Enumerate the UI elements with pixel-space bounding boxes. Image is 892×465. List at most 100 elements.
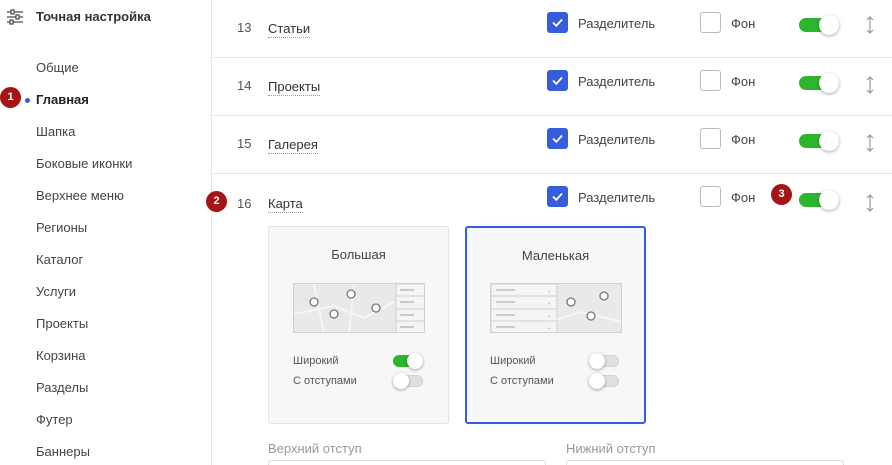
svg-text:⌄: ⌄ — [547, 288, 551, 294]
annotation-badge-3: 3 — [771, 184, 792, 205]
padding-toggle[interactable] — [589, 373, 619, 389]
drag-vertical-icon[interactable] — [865, 194, 875, 212]
sidebar-item-label: Главная — [36, 92, 89, 107]
row-number: 16 — [237, 196, 252, 211]
sidebar-item-regions[interactable]: Регионы — [0, 212, 211, 244]
background-label: Фон — [731, 132, 756, 147]
svg-text:⌄: ⌄ — [547, 325, 551, 331]
section-enabled-toggle[interactable] — [799, 190, 839, 210]
toggle-knob — [819, 73, 839, 93]
checkmark-icon — [552, 18, 563, 28]
divider-checkbox[interactable] — [547, 186, 568, 207]
top-padding-select[interactable] — [268, 460, 546, 465]
bottom-padding-select[interactable] — [566, 460, 844, 465]
sidebar-title: Точная настройка — [36, 9, 151, 24]
row-name-link[interactable]: Карта — [268, 196, 303, 213]
background-label: Фон — [731, 190, 756, 205]
map-option-title: Маленькая — [521, 248, 590, 263]
row-number: 14 — [237, 78, 252, 93]
row-number: 15 — [237, 136, 252, 151]
bottom-padding-label: Нижний отступ — [566, 441, 656, 456]
padding-toggle[interactable] — [393, 373, 423, 389]
divider-label: Разделитель — [578, 190, 656, 205]
row-name-link[interactable]: Галерея — [268, 137, 318, 154]
sidebar-item-label: Проекты — [36, 316, 89, 331]
map-option-large[interactable]: Большая Широкий С отступами — [268, 226, 449, 424]
background-label: Фон — [731, 74, 756, 89]
sidebar-item-catalog[interactable]: Каталог — [0, 244, 211, 276]
divider-label: Разделитель — [578, 16, 656, 31]
sidebar-item-cart[interactable]: Корзина — [0, 340, 211, 372]
sidebar-menu: Общие Главная Шапка Боковые иконки Верхн… — [0, 52, 211, 465]
toggle-knob — [589, 353, 605, 369]
sidebar-item-main[interactable]: Главная — [0, 84, 211, 116]
settings-sliders-icon — [6, 8, 24, 26]
drag-vertical-icon[interactable] — [865, 134, 875, 152]
drag-vertical-icon[interactable] — [865, 76, 875, 94]
toggle-knob — [819, 131, 839, 151]
background-checkbox[interactable] — [700, 12, 721, 33]
top-padding-label: Верхний отступ — [268, 441, 362, 456]
sidebar-item-banners[interactable]: Баннеры — [0, 436, 211, 465]
sidebar-item-top-menu[interactable]: Верхнее меню — [0, 180, 211, 212]
section-row: 13 Статьи Разделитель Фон — [212, 0, 892, 58]
wide-toggle[interactable] — [589, 353, 619, 369]
map-option-small[interactable]: Маленькая ⌄ ⌄ ⌄ ⌄ Широкий С отступами — [465, 226, 646, 424]
map-option-title: Большая — [331, 247, 386, 262]
toggle-knob — [589, 373, 605, 389]
section-enabled-toggle[interactable] — [799, 131, 839, 151]
drag-vertical-icon[interactable] — [865, 16, 875, 34]
wide-option-label: Широкий — [293, 355, 339, 367]
annotation-badge-1: 1 — [0, 87, 21, 108]
background-label: Фон — [731, 16, 756, 31]
section-row: 14 Проекты Разделитель Фон — [212, 58, 892, 116]
sidebar: Точная настройка Общие Главная Шапка Бок… — [0, 0, 212, 465]
divider-label: Разделитель — [578, 132, 656, 147]
wide-toggle[interactable] — [393, 353, 423, 369]
sidebar-item-label: Каталог — [36, 252, 84, 267]
sidebar-item-label: Баннеры — [36, 444, 90, 459]
divider-label: Разделитель — [578, 74, 656, 89]
divider-checkbox[interactable] — [547, 128, 568, 149]
row-name-link[interactable]: Проекты — [268, 79, 321, 96]
background-checkbox[interactable] — [700, 186, 721, 207]
sidebar-item-label: Услуги — [36, 284, 76, 299]
sidebar-item-projects[interactable]: Проекты — [0, 308, 211, 340]
section-enabled-toggle[interactable] — [799, 15, 839, 35]
background-checkbox[interactable] — [700, 128, 721, 149]
sidebar-item-label: Шапка — [36, 124, 76, 139]
sidebar-item-label: Боковые иконки — [36, 156, 133, 171]
sidebar-item-label: Футер — [36, 412, 73, 427]
sidebar-item-sections[interactable]: Разделы — [0, 372, 211, 404]
active-indicator-dot — [25, 98, 30, 103]
sidebar-item-label: Разделы — [36, 380, 89, 395]
row-number: 13 — [237, 20, 252, 35]
annotation-badge-2: 2 — [206, 191, 227, 212]
map-preview-large — [293, 283, 425, 333]
sidebar-item-label: Регионы — [36, 220, 88, 235]
sidebar-item-header[interactable]: Шапка — [0, 116, 211, 148]
sidebar-header: Точная настройка — [6, 8, 156, 26]
checkmark-icon — [552, 192, 563, 202]
toggle-knob — [407, 353, 423, 369]
section-row: 15 Галерея Разделитель Фон — [212, 116, 892, 174]
checkmark-icon — [552, 134, 563, 144]
section-enabled-toggle[interactable] — [799, 73, 839, 93]
divider-checkbox[interactable] — [547, 12, 568, 33]
toggle-knob — [819, 15, 839, 35]
sidebar-item-footer[interactable]: Футер — [0, 404, 211, 436]
sidebar-item-general[interactable]: Общие — [0, 52, 211, 84]
padding-option-label: С отступами — [293, 375, 357, 387]
row-name-link[interactable]: Статьи — [268, 21, 311, 38]
sidebar-item-label: Корзина — [36, 348, 86, 363]
padding-option-label: С отступами — [490, 375, 554, 387]
wide-option-label: Широкий — [490, 355, 536, 367]
sidebar-item-services[interactable]: Услуги — [0, 276, 211, 308]
sidebar-item-label: Верхнее меню — [36, 188, 124, 203]
toggle-knob — [393, 373, 409, 389]
sidebar-item-side-icons[interactable]: Боковые иконки — [0, 148, 211, 180]
background-checkbox[interactable] — [700, 70, 721, 91]
svg-text:⌄: ⌄ — [547, 300, 551, 306]
toggle-knob — [819, 190, 839, 210]
divider-checkbox[interactable] — [547, 70, 568, 91]
